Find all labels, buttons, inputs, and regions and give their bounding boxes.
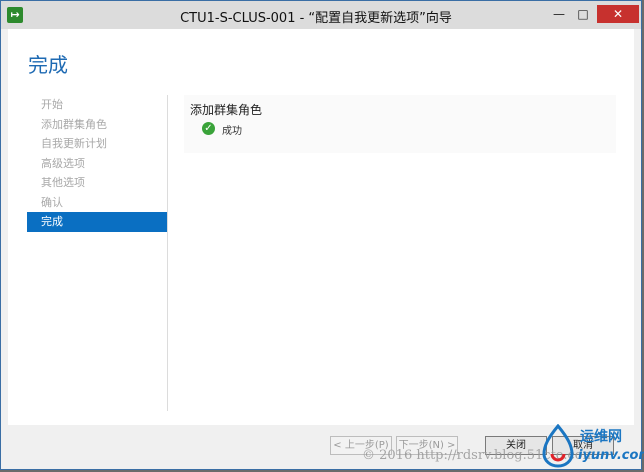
logo-mark-icon bbox=[542, 423, 574, 468]
step-advanced-options[interactable]: 高级选项 bbox=[27, 154, 167, 174]
window-close-button[interactable]: ✕ bbox=[597, 5, 639, 23]
page-title: 完成 bbox=[28, 53, 68, 77]
step-add-cluster-role[interactable]: 添加群集角色 bbox=[27, 115, 167, 135]
step-start[interactable]: 开始 bbox=[27, 95, 167, 115]
step-self-update-schedule[interactable]: 自我更新计划 bbox=[27, 134, 167, 154]
title-bar[interactable]: ↦ CTU1-S-CLUS-001 - “配置自我更新选项”向导 — □ ✕ bbox=[1, 1, 641, 29]
nav-divider bbox=[167, 95, 168, 411]
wizard-content: 完成 开始 添加群集角色 自我更新计划 高级选项 其他选项 确认 完成 添加群集… bbox=[8, 29, 634, 425]
result-title: 添加群集角色 bbox=[190, 103, 263, 117]
step-finish[interactable]: 完成 bbox=[27, 212, 167, 232]
minimize-button[interactable]: — bbox=[547, 5, 571, 23]
wizard-steps: 开始 添加群集角色 自我更新计划 高级选项 其他选项 确认 完成 bbox=[27, 95, 167, 232]
logo-domain-text: iyunv.com bbox=[578, 448, 644, 463]
step-other-options[interactable]: 其他选项 bbox=[27, 173, 167, 193]
app-icon: ↦ bbox=[7, 7, 23, 23]
maximize-button[interactable]: □ bbox=[571, 5, 595, 23]
wizard-window: ↦ CTU1-S-CLUS-001 - “配置自我更新选项”向导 — □ ✕ 完… bbox=[0, 0, 642, 470]
window-title: CTU1-S-CLUS-001 - “配置自我更新选项”向导 bbox=[180, 11, 452, 26]
result-panel: 添加群集角色 ✓ 成功 bbox=[184, 95, 616, 153]
success-check-icon: ✓ bbox=[202, 122, 215, 135]
result-status: 成功 bbox=[222, 126, 242, 137]
logo-chinese-text: 运维网 bbox=[580, 429, 622, 445]
site-logo: 运维网 iyunv.com bbox=[540, 423, 644, 468]
step-confirm[interactable]: 确认 bbox=[27, 193, 167, 213]
